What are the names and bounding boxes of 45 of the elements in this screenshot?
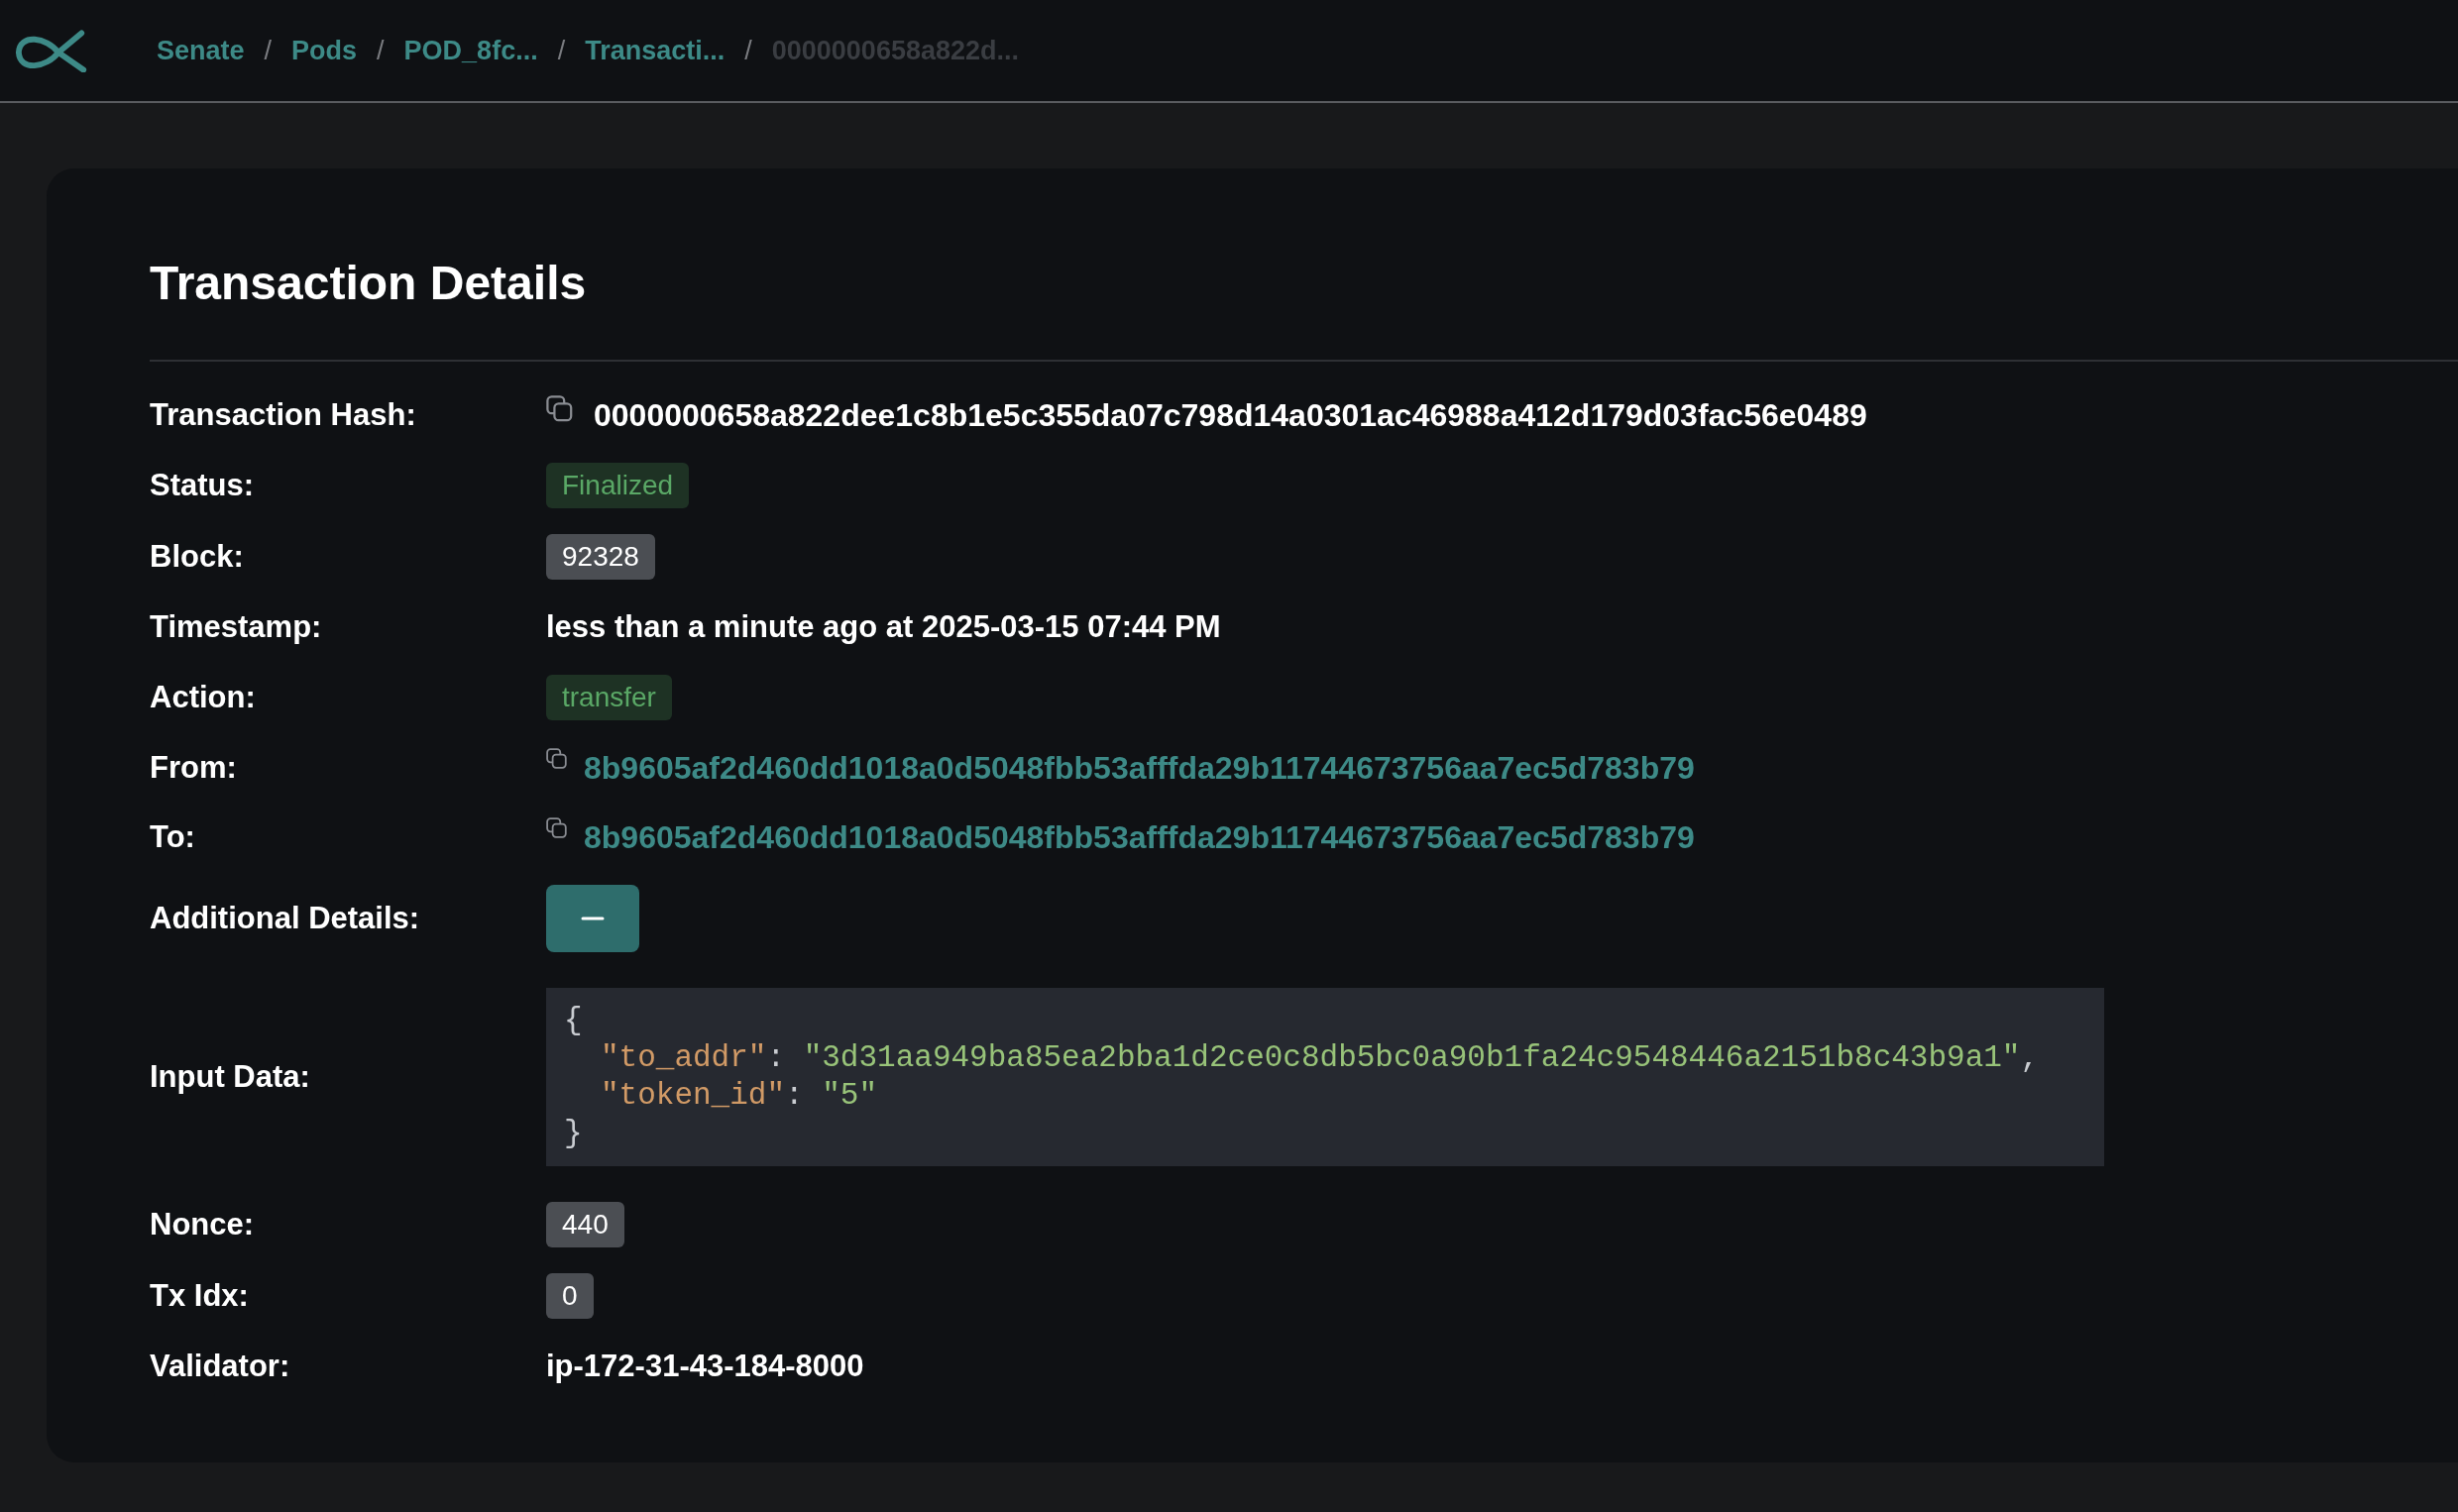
code-string: "3d31aa949ba85ea2bba1d2ce0c8db5bc0a90b1fa24c9548446a2151b8c43b9a1" (803, 1040, 2021, 1075)
breadcrumb-separator: / (377, 35, 385, 66)
breadcrumb-separator: / (557, 35, 566, 66)
field-label: To: (150, 819, 196, 855)
field-label: Validator: (150, 1349, 291, 1384)
field-label: Additional Details: (150, 901, 421, 936)
breadcrumb-link[interactable]: Senate (157, 35, 245, 66)
field-value: less than a minute ago at 2025-03-15 07:44 PM (546, 609, 1221, 645)
breadcrumb-link[interactable]: POD_8fc... (403, 35, 538, 66)
copy-icon[interactable] (546, 748, 568, 770)
code-key: "to_addr" (601, 1040, 767, 1075)
field-label: Status: (150, 468, 256, 503)
field-label: From: (150, 750, 238, 786)
transaction-hash: 0000000658a822dee1c8b1e5c355da07c798d14a0301ac46988a412d179d03fac56e0489 (594, 396, 1867, 434)
copy-icon[interactable] (546, 395, 574, 423)
code-string: "5" (822, 1078, 878, 1113)
address-link[interactable]: 8b9605af2d460dd1018a0d5048fbb53afffda29b11744673756aa7ec5d783b79 (584, 818, 1695, 856)
field-label: Action: (150, 680, 257, 715)
toggle-button[interactable] (546, 885, 639, 952)
field-label: Timestamp: (150, 609, 323, 645)
status-tag: Finalized (546, 463, 690, 508)
breadcrumb-separator: / (744, 35, 752, 66)
copy-icon[interactable] (546, 817, 568, 839)
code-brace: } (564, 1116, 583, 1150)
breadcrumb-link[interactable]: Pods (291, 35, 358, 66)
field-label: Block: (150, 539, 245, 575)
breadcrumb-link[interactable]: Transacti... (585, 35, 726, 66)
code-brace: { (564, 1003, 583, 1037)
field-label: Tx Idx: (150, 1278, 250, 1314)
field-value: ip-172-31-43-184-8000 (546, 1349, 864, 1384)
breadcrumb-separator: / (264, 35, 273, 66)
minus-icon (581, 917, 605, 920)
field-label: Input Data: (150, 1059, 311, 1095)
field-label: Transaction Hash: (150, 397, 417, 433)
code-colon: : (766, 1040, 786, 1075)
code-key: "token_id" (601, 1078, 786, 1113)
field-label: Nonce: (150, 1207, 256, 1242)
page-title: Transaction Details (150, 256, 588, 310)
number-badge: 92328 (546, 534, 655, 580)
number-badge: 440 (546, 1202, 624, 1247)
address-link[interactable]: 8b9605af2d460dd1018a0d5048fbb53afffda29b11744673756aa7ec5d783b79 (584, 749, 1695, 787)
number-badge: 0 (546, 1273, 594, 1319)
code-comma: , (2020, 1040, 2040, 1075)
code-colon: : (785, 1078, 804, 1113)
status-tag: transfer (546, 675, 672, 720)
